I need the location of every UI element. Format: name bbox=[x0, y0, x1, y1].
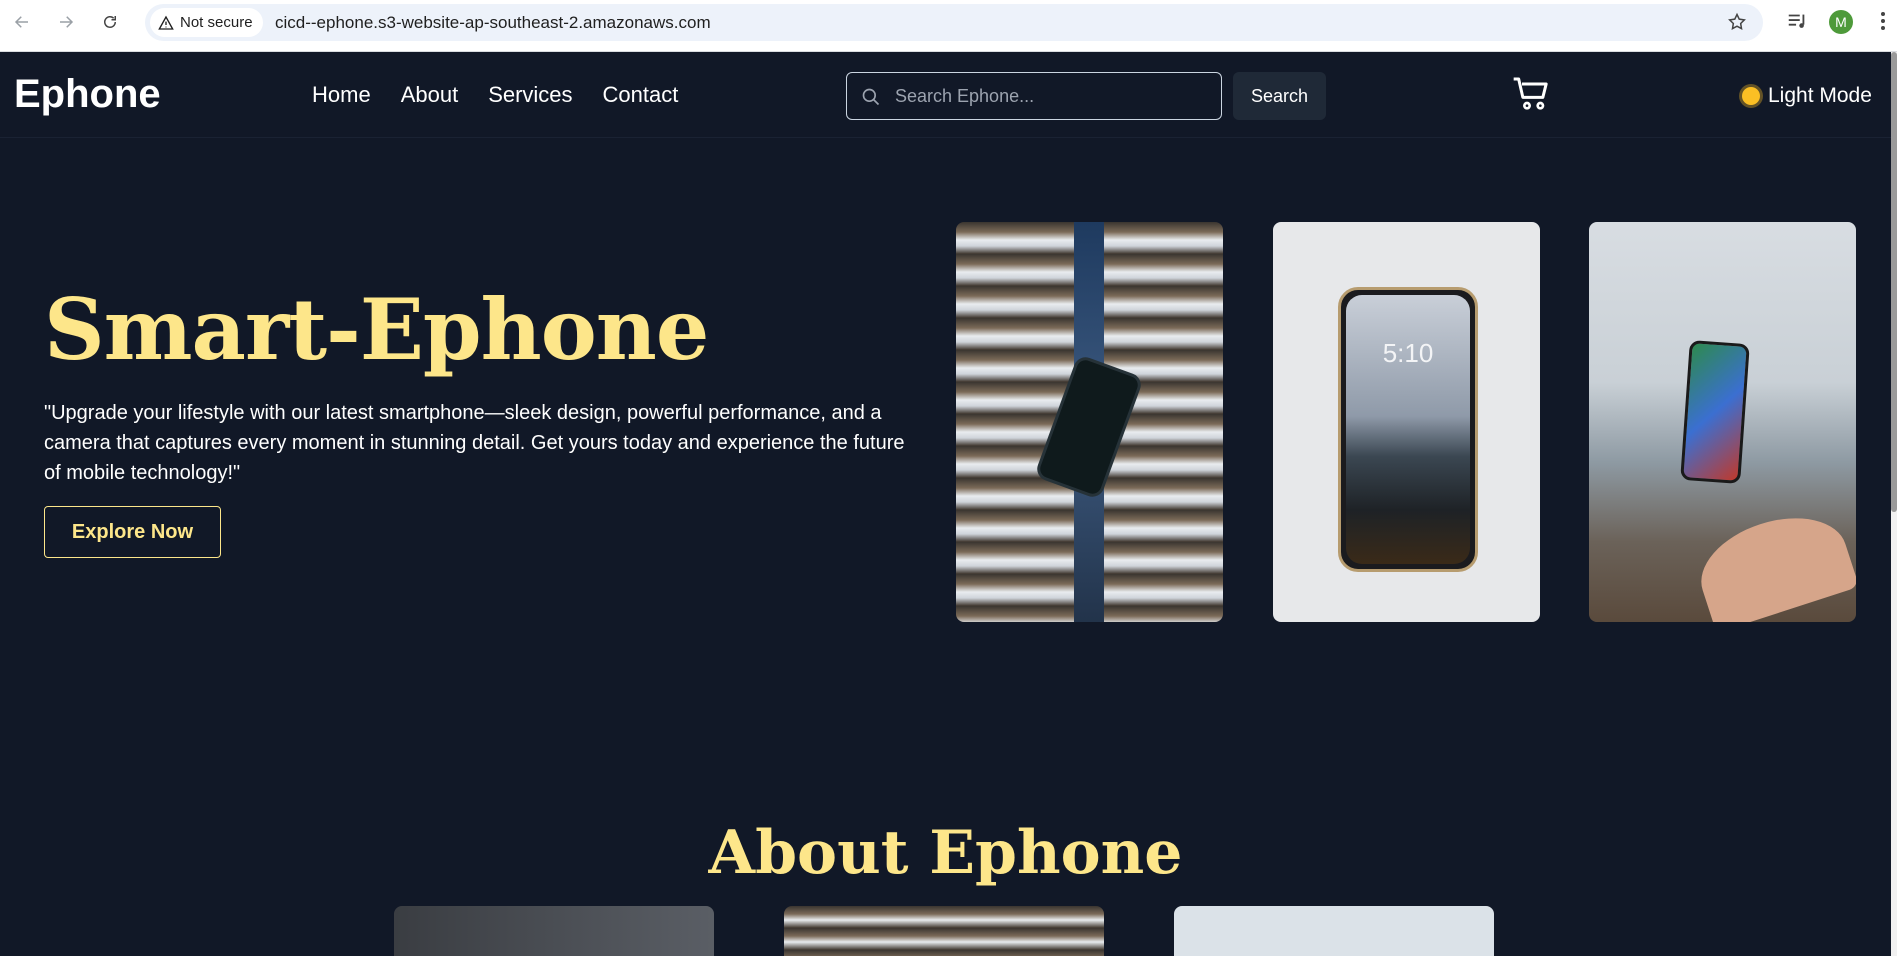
cart-icon[interactable] bbox=[1512, 74, 1552, 119]
url-text[interactable]: cicd--ephone.s3-website-ap-southeast-2.a… bbox=[275, 4, 711, 41]
light-mode-toggle[interactable]: Light Mode bbox=[1742, 84, 1872, 108]
warning-icon bbox=[158, 15, 174, 30]
about-card-image bbox=[784, 906, 1104, 956]
search-input[interactable] bbox=[895, 73, 1215, 119]
page-scrollbar[interactable] bbox=[1891, 52, 1897, 956]
nav-home[interactable]: Home bbox=[312, 82, 371, 108]
nav-contact[interactable]: Contact bbox=[603, 82, 679, 108]
explore-now-button[interactable]: Explore Now bbox=[44, 506, 221, 558]
site-security-chip[interactable]: Not secure bbox=[150, 8, 263, 37]
site-header: Ephone Home About Services Contact Searc… bbox=[0, 52, 1891, 138]
nav-services[interactable]: Services bbox=[488, 82, 572, 108]
scrollbar-thumb[interactable] bbox=[1891, 52, 1897, 512]
back-button[interactable] bbox=[10, 10, 34, 34]
about-title: About Ephone bbox=[708, 818, 1183, 888]
media-control-icon[interactable] bbox=[1786, 10, 1808, 37]
search-button[interactable]: Search bbox=[1233, 72, 1326, 120]
nav-about[interactable]: About bbox=[401, 82, 459, 108]
more-menu-icon[interactable] bbox=[1880, 10, 1886, 37]
reload-icon bbox=[104, 16, 116, 28]
security-label: Not secure bbox=[180, 14, 253, 31]
site-logo[interactable]: Ephone bbox=[14, 72, 161, 117]
about-card-image bbox=[394, 906, 714, 956]
hero-image-phone-standing: 5:10 bbox=[1273, 222, 1540, 622]
hero-image-building-phone bbox=[956, 222, 1223, 622]
about-card-image bbox=[1174, 906, 1494, 956]
hero-image-phone-floating-hand bbox=[1589, 222, 1856, 622]
search-icon bbox=[861, 87, 881, 112]
reload-button[interactable] bbox=[98, 10, 122, 34]
hero-description: "Upgrade your lifestyle with our latest … bbox=[44, 402, 905, 484]
mode-label: Light Mode bbox=[1768, 84, 1872, 107]
main-nav: Home About Services Contact bbox=[312, 82, 678, 108]
search-box bbox=[846, 72, 1222, 120]
back-arrow-icon bbox=[14, 16, 28, 28]
profile-avatar[interactable]: M bbox=[1829, 10, 1853, 34]
address-bar[interactable]: Not secure cicd--ephone.s3-website-ap-so… bbox=[145, 4, 1763, 41]
bookmark-star-icon[interactable] bbox=[1727, 12, 1747, 37]
hero-title: Smart-Ephone bbox=[44, 280, 709, 379]
browser-toolbar: Not secure cicd--ephone.s3-website-ap-so… bbox=[0, 0, 1897, 52]
phone-lockscreen-time: 5:10 bbox=[1382, 338, 1434, 368]
forward-button[interactable] bbox=[54, 10, 78, 34]
sun-icon bbox=[1742, 87, 1760, 105]
forward-arrow-icon bbox=[60, 16, 74, 28]
